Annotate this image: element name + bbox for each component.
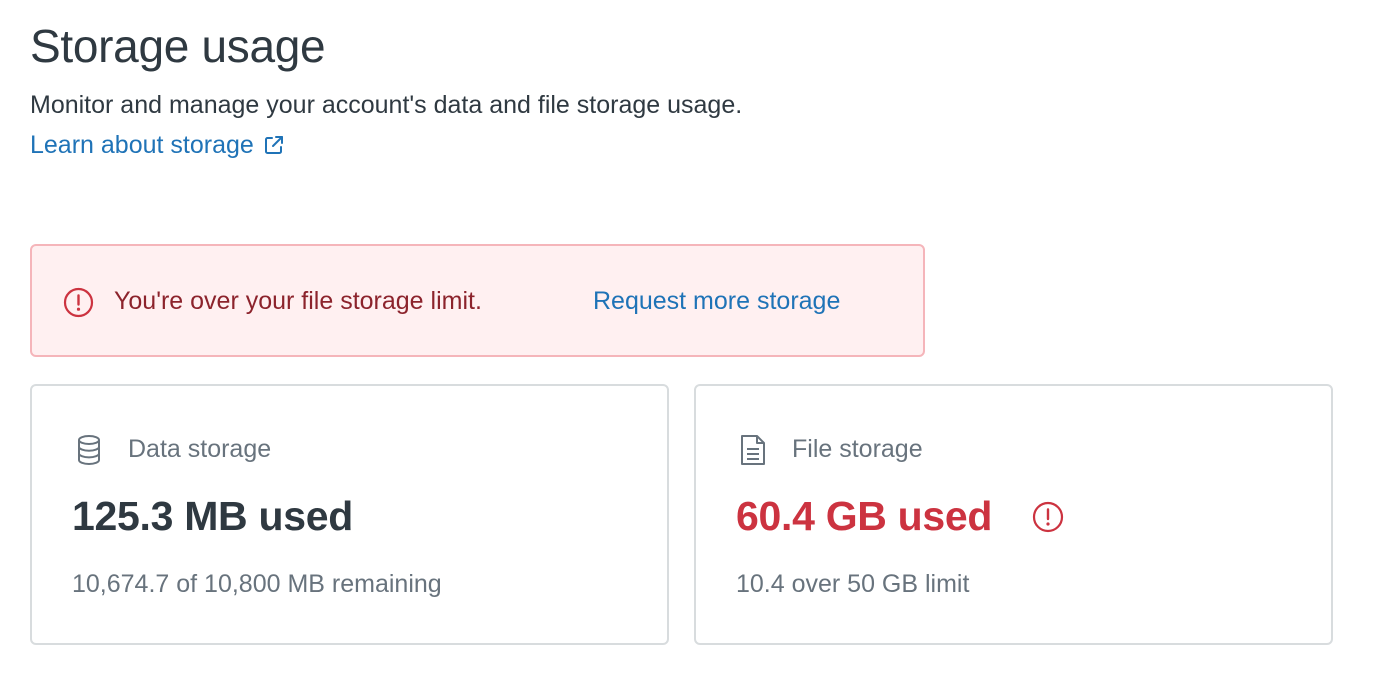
external-link-icon xyxy=(263,134,285,156)
learn-about-storage-link[interactable]: Learn about storage xyxy=(30,128,285,162)
data-storage-used: 125.3 MB used xyxy=(72,493,353,539)
alert-circle-icon xyxy=(63,287,94,318)
file-storage-over-limit: 10.4 over 50 GB limit xyxy=(736,570,970,598)
alert-message: You're over your file storage limit. xyxy=(114,287,482,315)
request-more-storage-link[interactable]: Request more storage xyxy=(593,284,840,318)
learn-about-storage-label: Learn about storage xyxy=(30,131,254,159)
file-storage-label: File storage xyxy=(792,435,923,463)
data-storage-card: Data storage 125.3 MB used 10,674.7 of 1… xyxy=(30,384,669,645)
database-icon xyxy=(74,433,104,467)
file-storage-card: File storage 60.4 GB used 10.4 over 50 G… xyxy=(694,384,1333,645)
page-description: Monitor and manage your account's data a… xyxy=(30,91,743,119)
storage-limit-alert: You're over your file storage limit. Req… xyxy=(30,244,925,357)
data-storage-remaining: 10,674.7 of 10,800 MB remaining xyxy=(72,570,442,598)
file-storage-used: 60.4 GB used xyxy=(736,493,993,539)
alert-circle-icon xyxy=(1032,501,1064,533)
document-icon xyxy=(738,433,768,467)
data-storage-label: Data storage xyxy=(128,435,272,463)
page-title: Storage usage xyxy=(30,20,326,72)
